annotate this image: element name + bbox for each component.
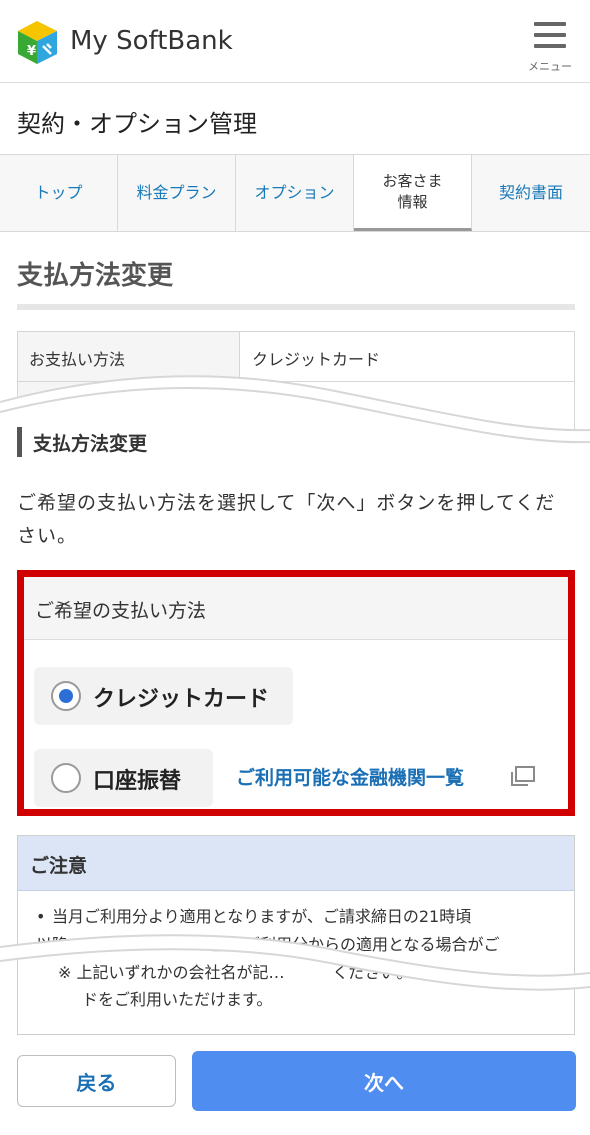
svg-text:¥: ¥ <box>27 44 36 59</box>
tab-top[interactable]: トップ <box>0 155 118 231</box>
tab-contract-documents[interactable]: 契約書面 <box>472 155 590 231</box>
tab-option[interactable]: オプション <box>236 155 354 231</box>
notice-heading: ご注意 <box>18 836 574 891</box>
tab-plan[interactable]: 料金プラン <box>118 155 236 231</box>
page-title: 契約・オプション管理 <box>17 110 257 138</box>
page-break-wave <box>0 934 590 991</box>
radio-credit-card[interactable] <box>51 681 81 711</box>
back-button[interactable]: 戻る <box>17 1055 176 1107</box>
section-title: 支払方法変更 <box>17 261 174 291</box>
menu-label: メニュー <box>528 60 572 73</box>
next-button[interactable]: 次へ <box>192 1051 576 1111</box>
bank-list-link[interactable]: ご利用可能な金融機関一覧 <box>236 763 464 790</box>
payment-method-selector: ご希望の支払い方法 クレジットカード 口座振替 ご利用可能な金融機関一覧 <box>17 570 575 816</box>
tab-bar: トップ 料金プラン オプション お客さま 情報 契約書面 <box>0 154 590 232</box>
subsection-heading: 支払方法変更 <box>17 425 575 461</box>
option-label: 口座振替 <box>93 769 182 794</box>
menu-button[interactable]: メニュー <box>524 18 576 73</box>
radio-bank-transfer[interactable] <box>51 763 81 793</box>
payment-method-heading: ご希望の支払い方法 <box>24 577 568 640</box>
option-credit-card[interactable]: クレジットカード <box>34 667 293 725</box>
softbank-logo-icon[interactable]: ¥ <box>16 19 59 66</box>
section-divider <box>17 304 575 310</box>
notice-body: •当月ご利用分より適用となりますが、ご請求締日の21時頃 以降… 翌月ご利用分か… <box>18 891 574 1009</box>
option-label: クレジットカード <box>93 687 270 712</box>
instruction-text: ご希望の支払い方法を選択して「次へ」ボタンを押してください。 <box>17 492 556 547</box>
subsection-title: 支払方法変更 <box>33 433 148 455</box>
hamburger-icon <box>534 22 566 26</box>
app-header: ¥ My SoftBank メニュー <box>0 0 590 83</box>
brand-name: My SoftBank <box>70 26 233 56</box>
tab-customer-info[interactable]: お客さま 情報 <box>354 155 472 231</box>
heading-marker <box>17 427 22 457</box>
option-bank-transfer[interactable]: 口座振替 <box>34 749 213 807</box>
external-window-icon[interactable] <box>510 765 536 787</box>
